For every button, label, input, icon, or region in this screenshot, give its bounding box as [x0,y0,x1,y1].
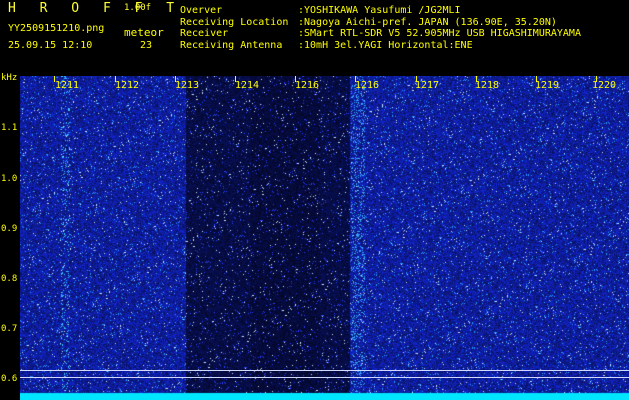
y-tick-label: 0.7 [1,324,18,334]
app-version: 1.00f [124,3,152,13]
y-tick-label: 1.0 [1,174,18,184]
x-tick-label: 1211 [55,80,80,91]
meteor-label: meteor [124,26,164,39]
x-tick-label: 1214 [235,80,260,91]
x-tick-label: 1212 [115,80,140,91]
spectrogram-canvas [20,76,629,400]
app-brand: H R O F F T [8,1,183,16]
reference-line [20,370,629,371]
y-tick-label: 0.6 [1,374,18,384]
x-tick-label: 1219 [535,80,560,91]
capture-datetime: 25.09.15 12:10 [8,40,93,51]
reference-line [20,377,629,378]
x-tick-label: 1216 [355,80,380,91]
meteor-count: 23 [140,40,153,51]
y-tick-label: 0.8 [1,274,18,284]
x-tick-label: 1217 [415,80,440,91]
info-row-antenna: Receiving Antenna:10mH 3el.YAGI Horizont… [180,39,473,51]
x-tick-label: 1213 [175,80,200,91]
station-info: Overver:YOSHIKAWA Yasufumi /JG2MLI Recei… [180,5,581,51]
y-tick-label: 0.9 [1,224,18,234]
spectrogram-plot [20,76,629,400]
info-row-location: Receiving Location:Nagoya Aichi-pref. JA… [180,16,557,28]
x-tick-label: 1216 [295,80,320,91]
y-axis-unit: kHz [1,73,18,83]
file-name: YY2509151210.png [8,23,105,34]
y-tick-label: 1.1 [1,123,18,133]
header-panel: H R O F F T 1.00f YY2509151210.png 25.09… [0,0,629,76]
info-row-observer: Overver:YOSHIKAWA Yasufumi /JG2MLI [180,5,461,16]
info-row-receiver: Receiver:SMart RTL-SDR V5 52.905MHz USB … [180,28,581,39]
x-tick-label: 1220 [592,80,617,91]
x-tick-label: 1218 [475,80,500,91]
